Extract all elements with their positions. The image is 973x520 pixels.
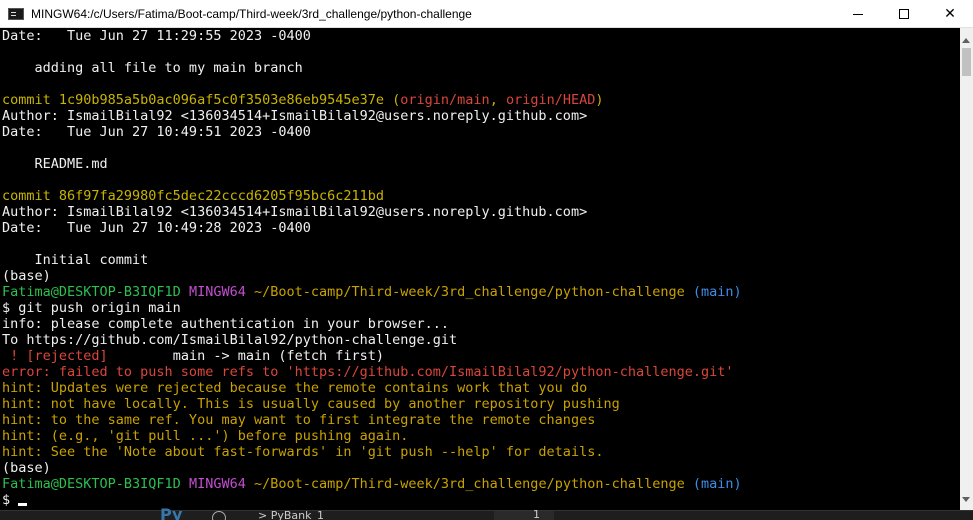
terminal-text: (base) [2,460,51,476]
terminal-text: MINGW64 [188,476,254,492]
terminal-text: Author: IsmailBilal92 <136034514+IsmailB… [2,108,588,124]
terminal-text: ) [595,92,604,108]
terminal-line: To https://github.com/IsmailBilal92/pyth… [0,332,960,348]
terminal-text: $ git push origin main [2,300,181,316]
terminal-line: Date: Tue Jun 27 11:29:55 2023 -0400 [0,28,960,44]
line-number: 1 [533,508,540,520]
minimize-button[interactable] [835,0,881,28]
terminal-line: commit 1c90b985a5b0ac096af5c0f3503e86eb9… [0,92,960,108]
terminal-text: , [489,92,506,108]
terminal-text: adding all file to my main branch [2,60,303,76]
terminal-line: (base) [0,460,960,476]
terminal-line: Date: Tue Jun 27 10:49:28 2023 -0400 [0,220,960,236]
close-button[interactable]: ✕ [927,0,973,28]
terminal-line: Date: Tue Jun 27 10:49:51 2023 -0400 [0,124,960,140]
terminal-text: Date: Tue Jun 27 10:49:28 2023 -0400 [2,220,311,236]
terminal-text: ! [rejected] [2,348,173,364]
terminal-text: $ [2,492,11,508]
maximize-button[interactable] [881,0,927,28]
terminal-text: error: failed to push some refs to 'http… [2,364,734,380]
maximize-icon [899,9,909,19]
terminal-line: hint: to the same ref. You may want to f… [0,412,960,428]
terminal-line: $ git push origin main [0,300,960,316]
terminal-text: Fatima@DESKTOP-B3IQF1D [2,284,189,300]
terminal-line: README.md [0,156,960,172]
terminal-text: Date: Tue Jun 27 10:49:51 2023 -0400 [2,124,311,140]
terminal-text: Date: Tue Jun 27 11:29:55 2023 -0400 [2,28,311,44]
python-logo-icon: Py [160,505,183,520]
terminal-text: origin/HEAD [505,92,596,108]
terminal-text: hint: not have locally. This is usually … [2,396,620,412]
terminal-app-icon[interactable] [8,7,24,20]
terminal-text: (main) [692,284,742,300]
terminal-text: hint: See the 'Note about fast-forwards'… [2,444,604,460]
scroll-down-icon[interactable] [962,497,970,502]
terminal-text: To https://github.com/IsmailBilal92/pyth… [2,332,458,348]
terminal-text: hint: Updates were rejected because the … [2,380,588,396]
terminal-line: hint: See the 'Note about fast-forwards'… [0,444,960,460]
terminal-text: commit 86f97fa29980fc5dec22cccd6205f95bc… [2,188,385,204]
terminal-line: ! [rejected] main -> main (fetch first) [0,348,960,364]
terminal-text: MINGW64 [188,284,254,300]
terminal-line: info: please complete authentication in … [0,316,960,332]
terminal-text: ~/Boot-camp/Third-week/3rd_challenge/pyt… [253,476,693,492]
terminal-line: Fatima@DESKTOP-B3IQF1D MINGW64 ~/Boot-ca… [0,476,960,492]
close-icon: ✕ [944,6,956,22]
vertical-scrollbar[interactable] [960,28,973,510]
circle-icon [212,511,226,520]
terminal-text: (main) [692,476,742,492]
terminal-text: Fatima@DESKTOP-B3IQF1D [2,476,189,492]
window-controls: ✕ [835,0,973,28]
terminal-text: Author: IsmailBilal92 <136034514+IsmailB… [2,204,588,220]
terminal-text: ~/Boot-camp/Third-week/3rd_challenge/pyt… [253,284,693,300]
terminal-line: Author: IsmailBilal92 <136034514+IsmailB… [0,108,960,124]
terminal-line: adding all file to my main branch [0,60,960,76]
background-editor-strip: Py > PyBank_1 1 [0,505,973,520]
terminal-output[interactable]: Date: Tue Jun 27 11:29:55 2023 -0400 add… [0,28,960,510]
terminal-text: commit 1c90b985a5b0ac096af5c0f3503e86eb9… [2,92,393,108]
text-cursor [18,503,28,506]
terminal-line: error: failed to push some refs to 'http… [0,364,960,380]
terminal-line: commit 86f97fa29980fc5dec22cccd6205f95bc… [0,188,960,204]
terminal-line: Author: IsmailBilal92 <136034514+IsmailB… [0,204,960,220]
terminal-text: (base) [2,268,51,284]
title-bar[interactable]: MINGW64:/c/Users/Fatima/Boot-camp/Third-… [0,0,973,28]
window-title: MINGW64:/c/Users/Fatima/Boot-camp/Third-… [31,6,472,21]
terminal-text: main -> main (fetch first) [172,348,385,364]
terminal-text: origin/main [400,92,490,108]
minimize-icon [853,13,863,15]
terminal-line: hint: (e.g., 'git pull ...') before push… [0,428,960,444]
terminal-line: (base) [0,268,960,284]
editor-tab-pybank[interactable]: > PyBank_1 [258,509,324,520]
terminal-text: info: please complete authentication in … [2,316,450,332]
scroll-thumb[interactable] [962,48,971,76]
terminal-text: Initial commit [2,252,149,268]
terminal-text: hint: (e.g., 'git pull ...') before push… [2,428,409,444]
terminal-text: README.md [2,156,108,172]
terminal-line: hint: Updates were rejected because the … [0,380,960,396]
terminal-line: hint: not have locally. This is usually … [0,396,960,412]
line-number-gutter [494,511,554,520]
terminal-line: Fatima@DESKTOP-B3IQF1D MINGW64 ~/Boot-ca… [0,284,960,300]
terminal-line: $ [0,492,960,508]
terminal-line: Initial commit [0,252,960,268]
terminal-text: hint: to the same ref. You may want to f… [2,412,596,428]
scroll-up-icon[interactable] [962,38,970,43]
